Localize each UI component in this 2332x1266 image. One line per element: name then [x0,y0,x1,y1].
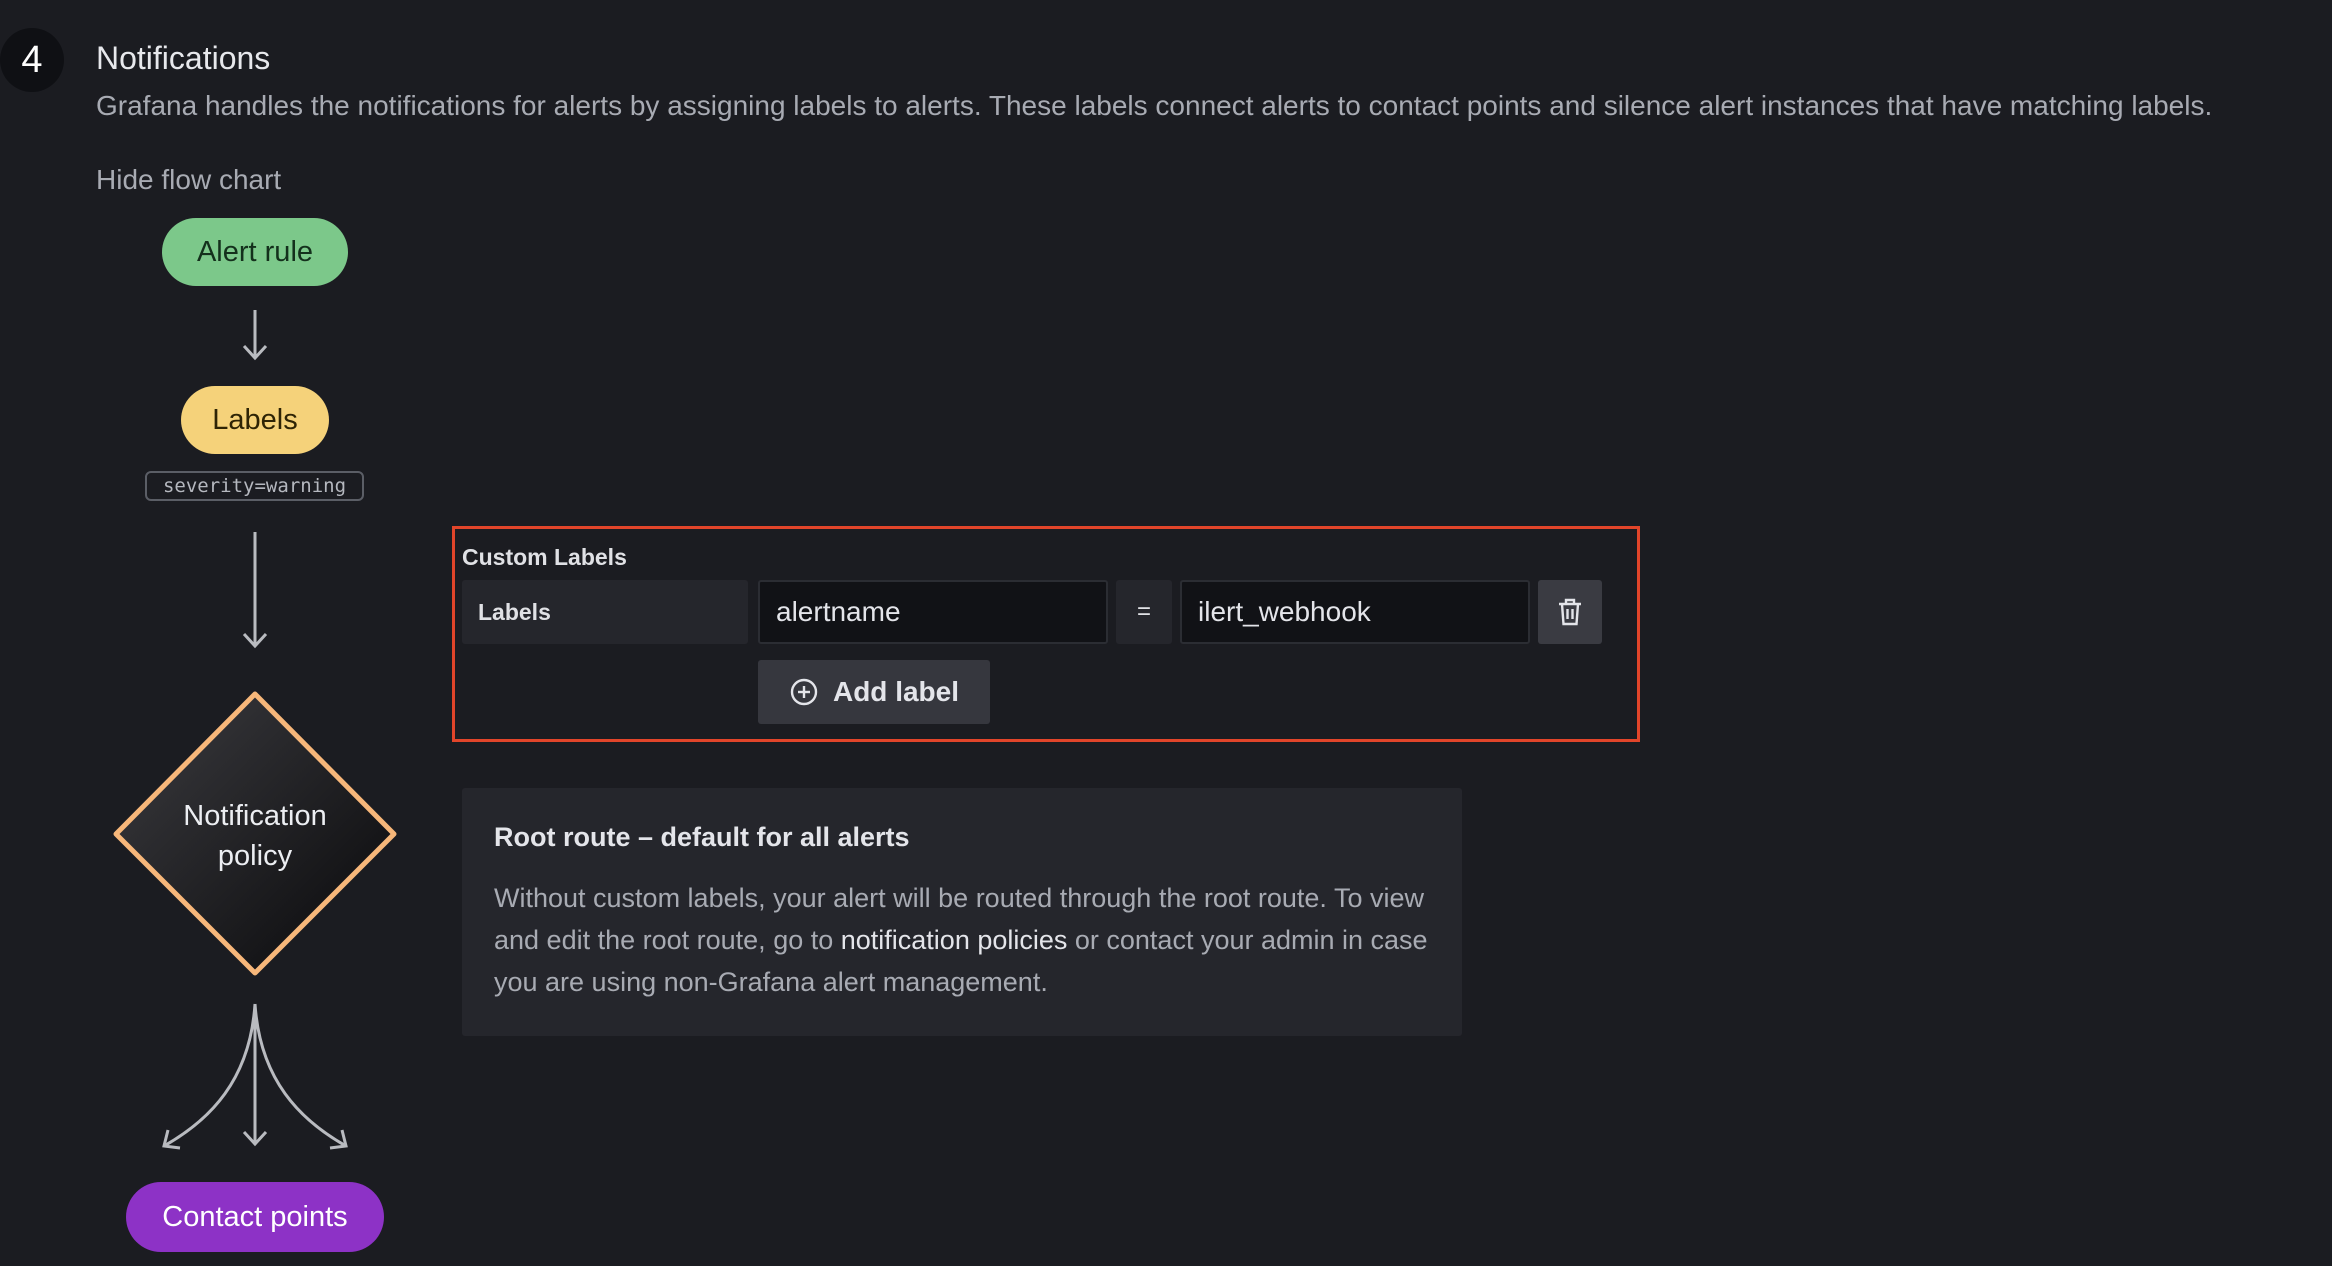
arrow-down-icon [242,310,268,361]
root-route-description: Without custom labels, your alert will b… [494,877,1430,1003]
add-label-text: Add label [832,676,959,707]
root-route-title: Root route – default for all alerts [494,822,910,852]
custom-labels-title: Custom Labels [462,544,627,570]
policy-label-line1: Notification [183,800,327,832]
contact-points-node: Contact points [126,1182,384,1252]
labels-row-label: Labels [462,580,748,644]
example-label-tag: severity=warning [145,471,364,501]
flow-chart [113,310,397,1150]
root-route-card: Root route – default for all alerts With… [462,788,1462,1036]
label-value-input[interactable]: ilert_webhook [1180,580,1530,644]
alert-rule-node: Alert rule [162,218,348,286]
trash-icon [1559,598,1581,626]
label-key-input[interactable]: alertname [758,580,1108,644]
policy-label-line2: policy [217,840,293,872]
notifications-step: 4 Notifications Grafana handles the noti… [0,0,2332,1266]
labels-node: Labels [181,386,329,454]
add-label-button[interactable]: Add label [758,660,990,724]
notification-policies-link[interactable]: notification policies [841,925,1068,955]
notification-policy-label: Notification policy [150,796,360,876]
fan-out-arrows-icon [162,1003,348,1150]
label-operator: = [1116,580,1172,644]
remove-label-button[interactable] [1538,580,1602,644]
arrow-down-icon [242,532,268,649]
plus-circle-icon [790,678,818,706]
